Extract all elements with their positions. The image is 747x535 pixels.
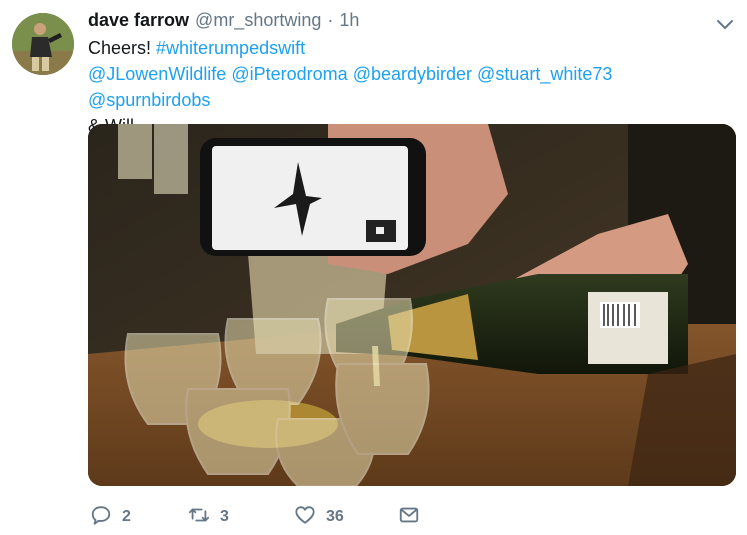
reply-count: 2 (122, 508, 131, 525)
like-count: 36 (326, 508, 344, 525)
direct-message-button[interactable] (398, 502, 420, 532)
avatar[interactable] (12, 13, 74, 75)
tweet-text-greeting: Cheers! (88, 38, 157, 58)
reply-icon (90, 504, 112, 531)
retweet-icon (188, 504, 210, 531)
chevron-down-icon[interactable] (714, 13, 736, 35)
mention-link[interactable]: @iPterodroma (231, 64, 347, 84)
mention-link[interactable]: @beardybirder (353, 64, 472, 84)
retweet-count: 3 (220, 508, 229, 525)
author-display-name[interactable]: dave farrow (88, 10, 189, 31)
mention-link[interactable]: @spurnbirdobs (88, 90, 210, 110)
heart-icon (294, 504, 316, 531)
header-separator: · (327, 10, 334, 30)
mention-link[interactable]: @JLowenWildlife (88, 64, 226, 84)
retweet-button[interactable]: 3 (188, 502, 229, 532)
tweet-card: dave farrow @mr_shortwing · 1h Cheers! #… (0, 0, 747, 535)
author-handle[interactable]: @mr_shortwing (195, 10, 321, 31)
hashtag-link[interactable]: #whiterumpedswift (156, 38, 305, 58)
tweet-actions: 2 3 36 (88, 502, 747, 532)
tweet-photo[interactable] (88, 124, 736, 486)
tweet-text-line-1: Cheers! #whiterumpedswift (88, 35, 738, 61)
tweet-text-line-2: @JLowenWildlife @iPterodroma @beardybird… (88, 61, 738, 113)
tweet-header: dave farrow @mr_shortwing · 1h (88, 10, 728, 34)
like-button[interactable]: 36 (294, 502, 344, 532)
reply-button[interactable]: 2 (90, 502, 131, 532)
tweet-timestamp[interactable]: 1h (339, 10, 359, 31)
mention-link[interactable]: @stuart_white73 (477, 64, 612, 84)
envelope-icon (398, 504, 420, 531)
